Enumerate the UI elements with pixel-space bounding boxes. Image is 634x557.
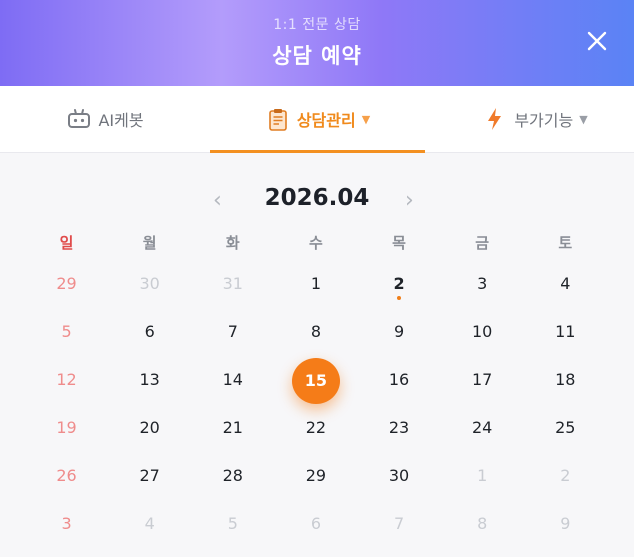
- calendar-day[interactable]: 18: [524, 356, 607, 404]
- tab-bar: AI케봇 상담관리 ▼ 부가기능 ▼: [0, 86, 634, 153]
- calendar-grid: 일 월 화 수 목 금 토 29 30 31 1 2 3 4 5 6 7 8 9 10 11 12 13 14 1…: [25, 226, 607, 548]
- calendar-day[interactable]: 24: [441, 404, 524, 452]
- calendar-day: 6: [310, 514, 322, 533]
- chevron-down-icon: ▼: [579, 112, 588, 126]
- calendar-day[interactable]: 3: [441, 260, 524, 308]
- calendar-day[interactable]: 10: [441, 308, 524, 356]
- weekday-label: 월: [142, 234, 157, 252]
- calendar-day: 7: [393, 514, 405, 533]
- calendar-day: 2: [560, 466, 571, 485]
- calendar-day[interactable]: 28: [191, 452, 274, 500]
- calendar-day: 1: [477, 466, 488, 485]
- calendar-day[interactable]: 27: [108, 452, 191, 500]
- calendar-day[interactable]: 6: [108, 308, 191, 356]
- modal-header: 1:1 전문 상담 상담 예약: [0, 0, 634, 86]
- clipboard-icon: [265, 106, 291, 132]
- calendar-day: 29: [56, 274, 77, 293]
- chevron-down-icon: ▼: [361, 112, 371, 126]
- calendar-day[interactable]: 19: [25, 404, 108, 452]
- close-button[interactable]: [586, 30, 608, 52]
- calendar-day[interactable]: 30: [358, 452, 441, 500]
- calendar-day[interactable]: 17: [441, 356, 524, 404]
- calendar-day[interactable]: 15: [274, 356, 357, 404]
- robot-icon: [66, 106, 92, 132]
- calendar-day[interactable]: 25: [524, 404, 607, 452]
- calendar-day: 31: [222, 274, 243, 293]
- calendar-day: 3: [61, 514, 72, 533]
- weekday-label: 목: [392, 234, 406, 252]
- calendar-day[interactable]: 21: [191, 404, 274, 452]
- weekday-label: 일: [59, 234, 74, 252]
- selected-day-label: 15: [291, 358, 340, 404]
- modal-subtitle: 1:1 전문 상담: [273, 17, 361, 33]
- calendar-week-row: 12 13 14 15 16 17 18: [25, 356, 607, 404]
- calendar-week-row: 26 27 28 29 30 1 2: [25, 452, 607, 500]
- tab-label: 상담관리: [296, 111, 356, 130]
- calendar-week-row: 5 6 7 8 9 10 11: [25, 308, 607, 356]
- calendar-week-row: 19 20 21 22 23 24 25: [25, 404, 607, 452]
- weekday-label: 금: [475, 234, 490, 252]
- weekday-label: 수: [309, 234, 323, 252]
- tab-label: 부가기능: [514, 111, 574, 130]
- tab-ai-chatbot[interactable]: AI케봇: [40, 86, 170, 152]
- calendar-day[interactable]: 13: [108, 356, 191, 404]
- calendar-day[interactable]: 9: [358, 308, 441, 356]
- next-month-button[interactable]: ›: [405, 188, 414, 213]
- calendar-day[interactable]: 16: [358, 356, 441, 404]
- tab-consult-manage[interactable]: 상담관리 ▼: [210, 86, 425, 153]
- calendar-day[interactable]: 11: [524, 308, 607, 356]
- calendar-day[interactable]: 26: [25, 452, 108, 500]
- weekday-label: 화: [225, 234, 240, 252]
- booking-modal: 1:1 전문 상담 상담 예약 AI케봇 상담관리 ▼ 부가기능 ▼ ‹ 202…: [0, 0, 634, 557]
- modal-title: 상담 예약: [272, 44, 362, 68]
- calendar-day: 9: [560, 514, 571, 533]
- close-icon: [587, 31, 607, 51]
- calendar-week-row: 3 4 5 6 7 8 9: [25, 500, 607, 548]
- event-dot-indicator: [397, 296, 402, 300]
- calendar-day[interactable]: 14: [191, 356, 274, 404]
- calendar-day[interactable]: 22: [274, 404, 357, 452]
- calendar-day[interactable]: 23: [358, 404, 441, 452]
- calendar-day[interactable]: 1: [274, 260, 357, 308]
- calendar-day: 5: [227, 514, 238, 533]
- current-month: 2026.04: [264, 185, 370, 211]
- calendar-navigation: ‹ 2026.04 ›: [0, 180, 634, 220]
- calendar-day[interactable]: 2: [358, 260, 441, 308]
- weekday-header-row: 일 월 화 수 목 금 토: [25, 226, 607, 260]
- calendar-day: 30: [139, 274, 160, 293]
- tab-label: AI케봇: [98, 111, 144, 130]
- calendar-day[interactable]: 12: [25, 356, 108, 404]
- lightning-icon: [482, 106, 508, 132]
- calendar-day[interactable]: 20: [108, 404, 191, 452]
- weekday-label: 토: [558, 234, 573, 252]
- calendar-day: 8: [477, 514, 488, 533]
- calendar-day: 4: [144, 514, 155, 533]
- calendar-day[interactable]: 8: [274, 308, 357, 356]
- tab-extra-features[interactable]: 부가기능 ▼: [460, 86, 610, 152]
- calendar-day[interactable]: 7: [191, 308, 274, 356]
- calendar-day[interactable]: 5: [25, 308, 108, 356]
- calendar-day[interactable]: 29: [274, 452, 357, 500]
- calendar-week-row: 29 30 31 1 2 3 4: [25, 260, 607, 308]
- calendar-day[interactable]: 4: [524, 260, 607, 308]
